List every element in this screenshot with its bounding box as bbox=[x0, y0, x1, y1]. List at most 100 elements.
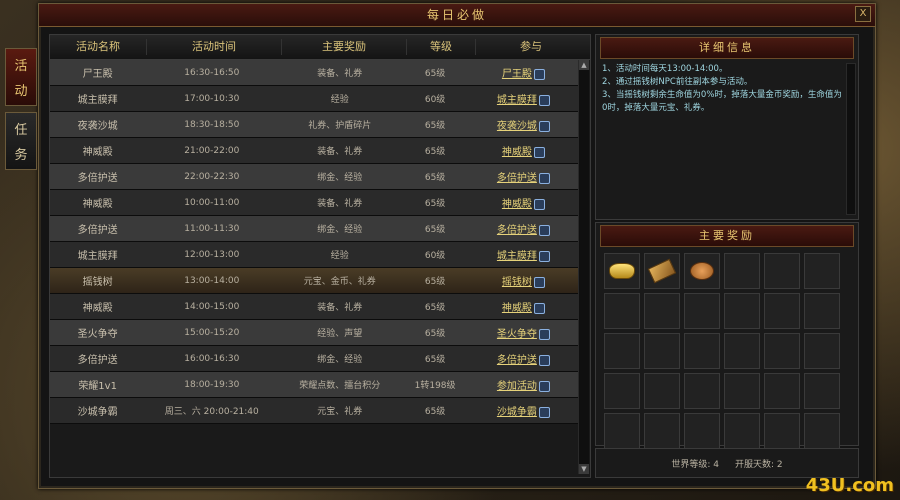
reward-slot[interactable] bbox=[724, 333, 760, 369]
reward-slot[interactable] bbox=[684, 333, 720, 369]
link-icon[interactable] bbox=[533, 199, 545, 210]
reward-slot[interactable] bbox=[644, 253, 680, 289]
activity-join-link[interactable]: 神威殿 bbox=[502, 147, 532, 158]
table-row[interactable]: 神威殿 21:00-22:00 装备、礼券 65级 神威殿 bbox=[50, 138, 578, 164]
reward-slot[interactable] bbox=[764, 333, 800, 369]
reward-slot[interactable] bbox=[604, 373, 640, 409]
reward-slot[interactable] bbox=[724, 253, 760, 289]
scroll-down-icon[interactable]: ▼ bbox=[579, 464, 589, 474]
link-icon[interactable] bbox=[538, 95, 550, 106]
activity-name: 神威殿 bbox=[82, 199, 113, 210]
activity-join-link[interactable]: 尸王殿 bbox=[502, 69, 532, 80]
link-icon[interactable] bbox=[538, 355, 550, 366]
activity-join-cell: 沙城争霸 bbox=[469, 403, 578, 418]
list-scrollbar[interactable]: ▲ ▼ bbox=[578, 60, 589, 474]
activity-join-link[interactable]: 参加活动 bbox=[497, 381, 537, 392]
gold-ingot-icon bbox=[609, 263, 635, 279]
reward-slot[interactable] bbox=[804, 293, 840, 329]
link-icon[interactable] bbox=[538, 225, 550, 236]
activity-name: 多倍护送 bbox=[77, 355, 118, 366]
reward-slot[interactable] bbox=[604, 413, 640, 449]
activity-time: 15:00-15:20 bbox=[184, 327, 240, 338]
detail-scrollbar[interactable] bbox=[846, 63, 856, 215]
reward-slot[interactable] bbox=[644, 373, 680, 409]
activity-join-link[interactable]: 神威殿 bbox=[502, 303, 532, 314]
activity-time: 11:00-11:30 bbox=[184, 223, 240, 234]
link-icon[interactable] bbox=[538, 121, 550, 132]
reward-slot[interactable] bbox=[684, 373, 720, 409]
reward-slot[interactable] bbox=[764, 253, 800, 289]
table-row[interactable]: 夜袭沙城 18:30-18:50 礼券、护盾碎片 65级 夜袭沙城 bbox=[50, 112, 578, 138]
activity-join-link[interactable]: 沙城争霸 bbox=[497, 407, 537, 418]
tab-tasks[interactable]: 任 务 bbox=[5, 112, 37, 170]
reward-slot[interactable] bbox=[764, 373, 800, 409]
activity-level: 60级 bbox=[424, 95, 446, 105]
activity-join-link[interactable]: 城主膜拜 bbox=[497, 95, 537, 106]
reward-slot[interactable] bbox=[644, 413, 680, 449]
link-icon[interactable] bbox=[533, 277, 545, 288]
close-button[interactable]: X bbox=[855, 6, 871, 22]
detail-title: 详细信息 bbox=[600, 37, 854, 59]
link-icon[interactable] bbox=[538, 173, 550, 184]
activity-join-link[interactable]: 多倍护送 bbox=[497, 173, 537, 184]
reward-slot[interactable] bbox=[724, 413, 760, 449]
reward-slot[interactable] bbox=[724, 373, 760, 409]
activity-join-link[interactable]: 夜袭沙城 bbox=[497, 121, 537, 132]
table-row[interactable]: 神威殿 14:00-15:00 装备、礼券 65级 神威殿 bbox=[50, 294, 578, 320]
coin-stack-icon bbox=[690, 262, 714, 280]
reward-slot[interactable] bbox=[804, 373, 840, 409]
reward-slot[interactable] bbox=[804, 413, 840, 449]
activity-join-link[interactable]: 圣火争夺 bbox=[497, 329, 537, 340]
table-row[interactable]: 城主膜拜 17:00-10:30 经验 60级 城主膜拜 bbox=[50, 86, 578, 112]
header-reward: 主要奖励 bbox=[282, 39, 407, 55]
reward-slot[interactable] bbox=[604, 333, 640, 369]
detail-line-1: 1、活动时间每天13:00-14:00。 bbox=[602, 64, 728, 74]
link-icon[interactable] bbox=[538, 329, 550, 340]
reward-panel: 主要奖励 bbox=[595, 222, 859, 449]
link-icon[interactable] bbox=[533, 147, 545, 158]
detail-line-3: 3、当摇钱树剩余生命值为0%时，掉落大量金币奖励，生命值为0时，掉落大量元宝、礼… bbox=[602, 90, 842, 113]
activity-join-link[interactable]: 摇钱树 bbox=[502, 277, 532, 288]
reward-slot[interactable] bbox=[644, 333, 680, 369]
scroll-up-icon[interactable]: ▲ bbox=[579, 60, 589, 70]
link-icon[interactable] bbox=[533, 303, 545, 314]
reward-slot[interactable] bbox=[764, 413, 800, 449]
tab-activities[interactable]: 活 动 bbox=[5, 48, 37, 106]
reward-slot[interactable] bbox=[724, 293, 760, 329]
table-row[interactable]: 城主膜拜 12:00-13:00 经验 60级 城主膜拜 bbox=[50, 242, 578, 268]
reward-slot[interactable] bbox=[764, 293, 800, 329]
table-row[interactable]: 多倍护送 11:00-11:30 绑金、经验 65级 多倍护送 bbox=[50, 216, 578, 242]
reward-slot[interactable] bbox=[604, 253, 640, 289]
table-row[interactable]: 神威殿 10:00-11:00 装备、礼券 65级 神威殿 bbox=[50, 190, 578, 216]
reward-slot[interactable] bbox=[684, 413, 720, 449]
table-row[interactable]: 荣耀1v1 18:00-19:30 荣耀点数、擂台积分 1转198级 参加活动 bbox=[50, 372, 578, 398]
link-icon[interactable] bbox=[533, 69, 545, 80]
activity-level: 1转198级 bbox=[414, 381, 456, 391]
table-row[interactable]: 尸王殿 16:30-16:50 装备、礼券 65级 尸王殿 bbox=[50, 60, 578, 86]
reward-slot[interactable] bbox=[684, 293, 720, 329]
table-row[interactable]: 沙城争霸 周三、六 20:00-21:40 元宝、礼券 65级 沙城争霸 bbox=[50, 398, 578, 424]
activity-level: 65级 bbox=[424, 147, 446, 157]
reward-slot[interactable] bbox=[804, 333, 840, 369]
reward-slot[interactable] bbox=[684, 253, 720, 289]
activity-join-link[interactable]: 多倍护送 bbox=[497, 225, 537, 236]
activity-join-link[interactable]: 神威殿 bbox=[502, 199, 532, 210]
reward-slot[interactable] bbox=[604, 293, 640, 329]
table-row[interactable]: 多倍护送 22:00-22:30 绑金、经验 65级 多倍护送 bbox=[50, 164, 578, 190]
link-icon[interactable] bbox=[538, 407, 550, 418]
activity-reward: 装备、礼券 bbox=[317, 69, 363, 79]
link-icon[interactable] bbox=[538, 251, 550, 262]
activity-join-cell: 城主膜拜 bbox=[469, 247, 578, 262]
activity-join-link[interactable]: 多倍护送 bbox=[497, 355, 537, 366]
link-icon[interactable] bbox=[538, 381, 550, 392]
reward-slot[interactable] bbox=[804, 253, 840, 289]
activity-rows: 尸王殿 16:30-16:50 装备、礼券 65级 尸王殿 城主膜拜 17:00-10:30… bbox=[50, 60, 578, 424]
activity-join-link[interactable]: 城主膜拜 bbox=[497, 251, 537, 262]
table-row[interactable]: 圣火争夺 15:00-15:20 经验、声望 65级 圣火争夺 bbox=[50, 320, 578, 346]
reward-slot[interactable] bbox=[644, 293, 680, 329]
activity-join-cell: 夜袭沙城 bbox=[469, 117, 578, 132]
activity-name: 城主膜拜 bbox=[77, 251, 118, 262]
detail-line-2: 2、通过摇钱树NPC前往副本参与活动。 bbox=[602, 77, 753, 87]
table-row[interactable]: 摇钱树 13:00-14:00 元宝、金币、礼券 65级 摇钱树 bbox=[50, 268, 578, 294]
table-row[interactable]: 多倍护送 16:00-16:30 绑金、经验 65级 多倍护送 bbox=[50, 346, 578, 372]
